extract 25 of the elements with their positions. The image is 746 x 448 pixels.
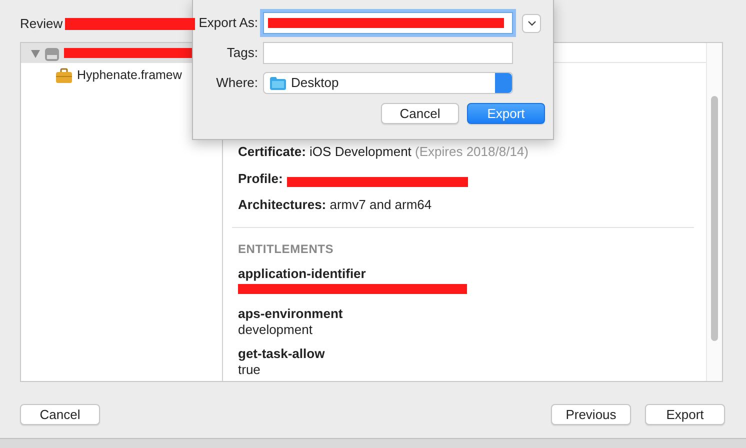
sheet-button[interactable]: Cancel: [381, 103, 459, 124]
scrollbar-thumb[interactable]: [711, 96, 718, 341]
entitlement-key: get-task-allow: [238, 346, 706, 362]
location-popup[interactable]: Desktop: [263, 72, 513, 94]
section-heading: ENTITLEMENTS: [238, 240, 335, 258]
field-label: Tags:: [226, 44, 259, 62]
detail-line: Profile:: [238, 170, 283, 188]
tree-item-label[interactable]: Hyphenate.framew: [77, 66, 182, 84]
footer-button[interactable]: Previous: [551, 404, 631, 425]
field-label: Export As:: [198, 14, 259, 32]
detail-line: Certificate: iOS Development (Expires 2018/8/14): [238, 143, 528, 161]
text-field[interactable]: [263, 42, 513, 64]
entitlement-key: application-identifier: [238, 266, 706, 282]
text-field[interactable]: [263, 12, 513, 34]
tree-row[interactable]: [21, 43, 192, 63]
window-title: Review: [20, 14, 63, 32]
expand-button[interactable]: [522, 14, 541, 32]
detail-line: Architectures: armv7 and arm64: [238, 196, 432, 214]
field-label: Where:: [215, 74, 259, 92]
footer-button[interactable]: Export: [645, 404, 725, 425]
chevron-icon: [528, 20, 536, 26]
entitlement-value: development: [238, 322, 314, 338]
entitlement-key: aps-environment: [238, 306, 706, 322]
footer-button[interactable]: Cancel: [20, 404, 100, 425]
entitlement-value: true: [238, 362, 262, 378]
